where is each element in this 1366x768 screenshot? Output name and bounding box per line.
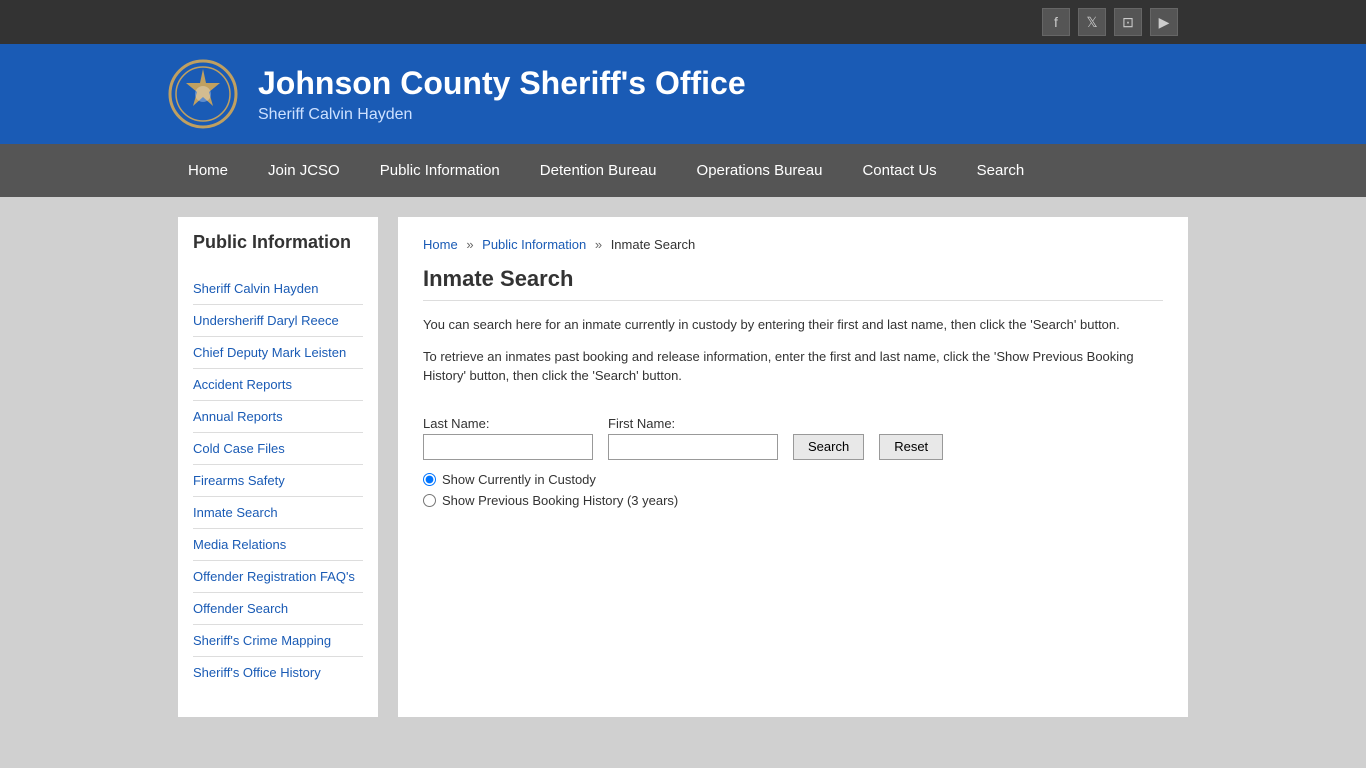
main-nav: Home Join JCSO Public Information Detent… <box>0 144 1366 197</box>
site-title: Johnson County Sheriff's Office <box>258 65 746 102</box>
twitter-icon[interactable]: 𝕏 <box>1078 8 1106 36</box>
description-2: To retrieve an inmates past booking and … <box>423 347 1163 386</box>
nav-join-jcso[interactable]: Join JCSO <box>248 144 360 197</box>
nav-operations-bureau[interactable]: Operations Bureau <box>677 144 843 197</box>
sidebar-title: Public Information <box>193 232 363 261</box>
sidebar-sheriff[interactable]: Sheriff Calvin Hayden <box>193 273 363 305</box>
last-name-input[interactable] <box>423 434 593 460</box>
sidebar-cold-case-files[interactable]: Cold Case Files <box>193 433 363 465</box>
sidebar-chief-deputy[interactable]: Chief Deputy Mark Leisten <box>193 337 363 369</box>
instagram-icon[interactable]: ⊡ <box>1114 8 1142 36</box>
radio-history[interactable] <box>423 494 436 507</box>
nav-contact-us[interactable]: Contact Us <box>842 144 956 197</box>
breadcrumb-sep-1: » <box>466 237 477 252</box>
sidebar-accident-reports[interactable]: Accident Reports <box>193 369 363 401</box>
nav-home[interactable]: Home <box>168 144 248 197</box>
main-content: Home » Public Information » Inmate Searc… <box>398 217 1188 717</box>
reset-button[interactable]: Reset <box>879 434 943 460</box>
first-name-label: First Name: <box>608 416 778 431</box>
radio-history-text: Show Previous Booking History (3 years) <box>442 493 678 508</box>
facebook-icon[interactable]: f <box>1042 8 1070 36</box>
sidebar-inmate-search[interactable]: Inmate Search <box>193 497 363 529</box>
nav-detention-bureau[interactable]: Detention Bureau <box>520 144 677 197</box>
nav-search[interactable]: Search <box>957 144 1045 197</box>
search-button[interactable]: Search <box>793 434 864 460</box>
badge-logo <box>168 59 238 129</box>
breadcrumb: Home » Public Information » Inmate Searc… <box>423 237 1163 252</box>
breadcrumb-public-info[interactable]: Public Information <box>482 237 586 252</box>
nav-public-information[interactable]: Public Information <box>360 144 520 197</box>
inmate-search-form: Last Name: First Name: Search Reset Show… <box>423 416 1163 508</box>
main-wrapper: Public Information Sheriff Calvin Hayden… <box>168 217 1198 717</box>
breadcrumb-sep-2: » <box>595 237 606 252</box>
sidebar-office-history[interactable]: Sheriff's Office History <box>193 657 363 688</box>
sidebar-media-relations[interactable]: Media Relations <box>193 529 363 561</box>
last-name-label: Last Name: <box>423 416 593 431</box>
first-name-group: First Name: <box>608 416 778 460</box>
radio-group: Show Currently in Custody Show Previous … <box>423 472 1163 508</box>
last-name-group: Last Name: <box>423 416 593 460</box>
site-header: Johnson County Sheriff's Office Sheriff … <box>0 44 1366 144</box>
sidebar-annual-reports[interactable]: Annual Reports <box>193 401 363 433</box>
first-name-input[interactable] <box>608 434 778 460</box>
sidebar-undersheriff[interactable]: Undersheriff Daryl Reece <box>193 305 363 337</box>
breadcrumb-current: Inmate Search <box>611 237 696 252</box>
radio-custody-label[interactable]: Show Currently in Custody <box>423 472 1163 487</box>
form-fields-row: Last Name: First Name: Search Reset <box>423 416 1163 460</box>
breadcrumb-home[interactable]: Home <box>423 237 458 252</box>
sidebar-crime-mapping[interactable]: Sheriff's Crime Mapping <box>193 625 363 657</box>
radio-custody[interactable] <box>423 473 436 486</box>
radio-history-label[interactable]: Show Previous Booking History (3 years) <box>423 493 1163 508</box>
header-text: Johnson County Sheriff's Office Sheriff … <box>258 65 746 124</box>
sidebar: Public Information Sheriff Calvin Hayden… <box>178 217 378 717</box>
sidebar-offender-search[interactable]: Offender Search <box>193 593 363 625</box>
page-title: Inmate Search <box>423 266 1163 301</box>
top-bar: f 𝕏 ⊡ ▶ <box>0 0 1366 44</box>
description-1: You can search here for an inmate curren… <box>423 315 1163 335</box>
radio-custody-text: Show Currently in Custody <box>442 472 596 487</box>
youtube-icon[interactable]: ▶ <box>1150 8 1178 36</box>
sidebar-offender-faq[interactable]: Offender Registration FAQ's <box>193 561 363 593</box>
site-subtitle: Sheriff Calvin Hayden <box>258 106 746 124</box>
sidebar-firearms-safety[interactable]: Firearms Safety <box>193 465 363 497</box>
